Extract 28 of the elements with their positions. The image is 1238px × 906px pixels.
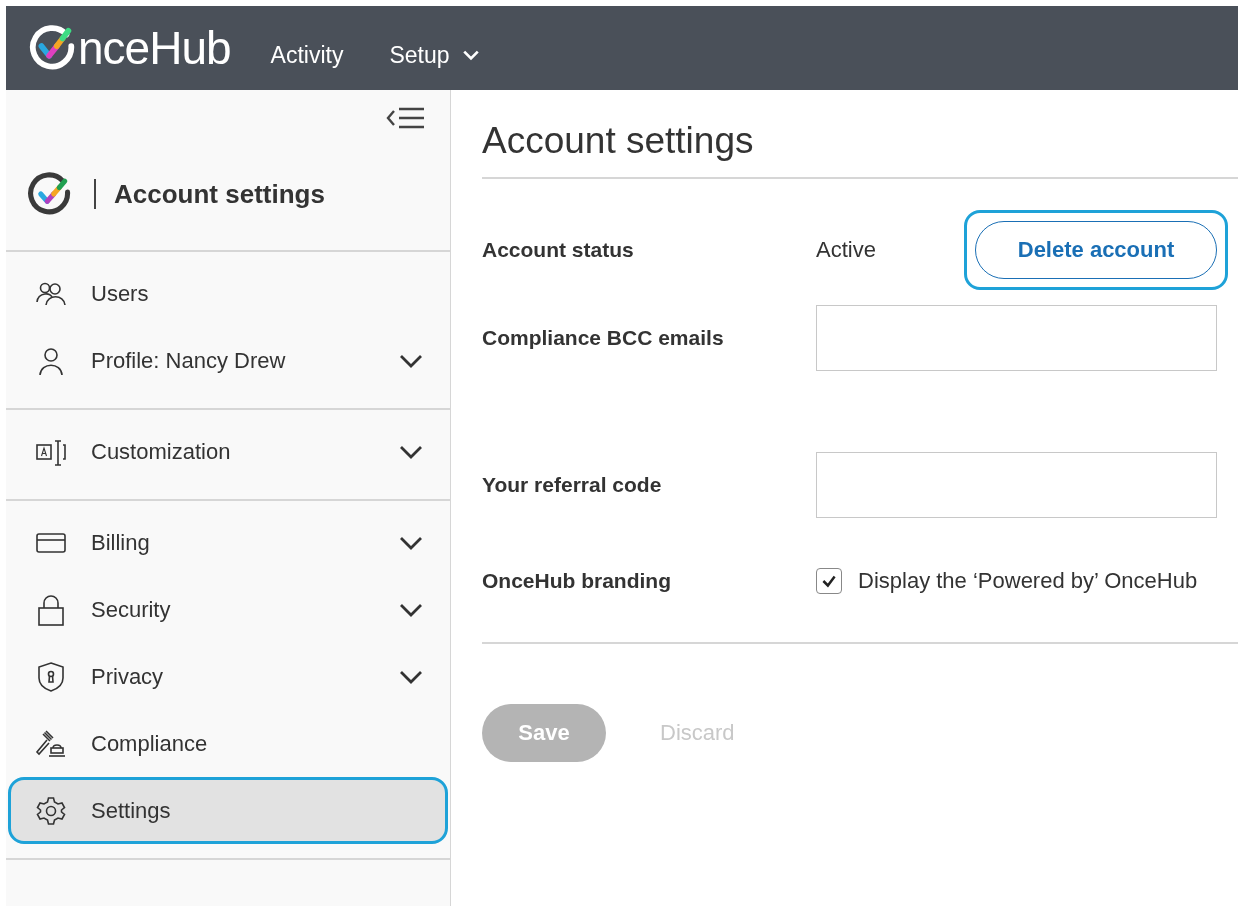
sidebar-item[interactable]: Profile: Nancy Drew: [8, 327, 448, 394]
sidebar-item[interactable]: Compliance: [8, 710, 448, 777]
sidebar-title: Account settings: [114, 178, 325, 210]
logo-text: nceHub: [78, 21, 231, 75]
lock-icon: [35, 593, 67, 626]
sidebar-item[interactable]: Settings: [8, 777, 448, 844]
nav-link[interactable]: Setup: [389, 41, 480, 69]
nav-link[interactable]: Activity: [270, 41, 344, 69]
field-label: Account status: [482, 238, 635, 262]
shield-icon: [35, 660, 67, 693]
collapse-menu-icon[interactable]: [386, 106, 426, 130]
field-label: Compliance BCC emails: [482, 326, 725, 350]
sidebar-item[interactable]: Privacy: [8, 643, 448, 710]
checkbox[interactable]: [816, 568, 842, 594]
page-title: Account settings: [482, 120, 755, 163]
checkbox-label: Display the ‘Powered by’ OnceHub: [858, 568, 1198, 594]
status-value: Active: [816, 237, 877, 263]
sidebar-item[interactable]: Billing: [8, 509, 448, 576]
input-field[interactable]: [816, 305, 1217, 371]
field-label: Your referral code: [482, 473, 663, 497]
sidebar-item[interactable]: Security: [8, 576, 448, 643]
delete-account-button[interactable]: Delete account: [975, 221, 1217, 279]
settings-icon: [35, 794, 67, 827]
gavel-icon: [35, 727, 67, 760]
sidebar-item[interactable]: Customization: [8, 418, 448, 485]
input-field[interactable]: [816, 452, 1217, 518]
field-label: OnceHub branding: [482, 569, 672, 593]
sidebar-item[interactable]: Users: [8, 260, 448, 327]
